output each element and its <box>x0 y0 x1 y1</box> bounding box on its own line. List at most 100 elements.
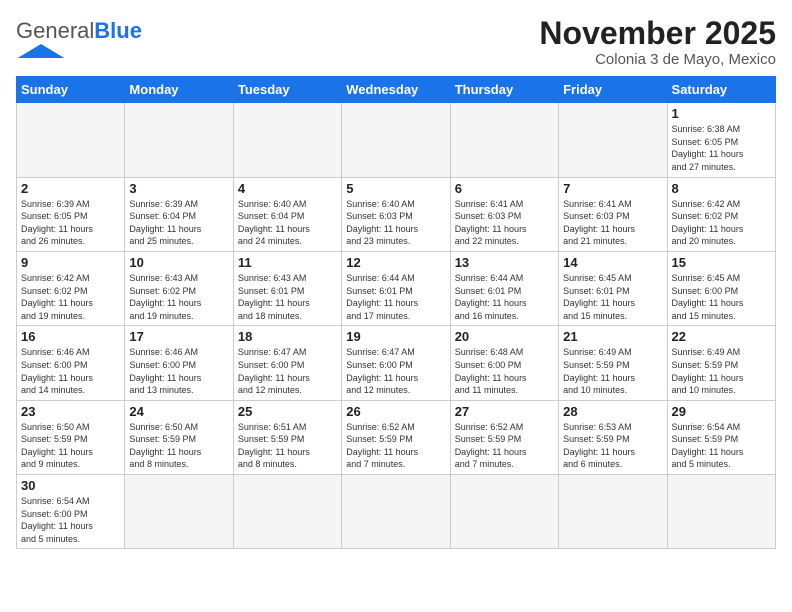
day-number: 16 <box>21 329 120 344</box>
logo-text: GeneralBlue <box>16 20 142 42</box>
day-info: Sunrise: 6:40 AM Sunset: 6:03 PM Dayligh… <box>346 198 445 248</box>
calendar-cell-w2-d3: 4Sunrise: 6:40 AM Sunset: 6:04 PM Daylig… <box>233 177 341 251</box>
day-info: Sunrise: 6:46 AM Sunset: 6:00 PM Dayligh… <box>129 346 228 396</box>
day-number: 24 <box>129 404 228 419</box>
day-info: Sunrise: 6:52 AM Sunset: 5:59 PM Dayligh… <box>346 421 445 471</box>
day-info: Sunrise: 6:44 AM Sunset: 6:01 PM Dayligh… <box>455 272 554 322</box>
day-number: 30 <box>21 478 120 493</box>
day-info: Sunrise: 6:41 AM Sunset: 6:03 PM Dayligh… <box>455 198 554 248</box>
day-info: Sunrise: 6:51 AM Sunset: 5:59 PM Dayligh… <box>238 421 337 471</box>
calendar-cell-w6-d6 <box>559 475 667 549</box>
day-number: 11 <box>238 255 337 270</box>
day-info: Sunrise: 6:40 AM Sunset: 6:04 PM Dayligh… <box>238 198 337 248</box>
day-info: Sunrise: 6:43 AM Sunset: 6:01 PM Dayligh… <box>238 272 337 322</box>
day-number: 21 <box>563 329 662 344</box>
day-info: Sunrise: 6:44 AM Sunset: 6:01 PM Dayligh… <box>346 272 445 322</box>
day-number: 8 <box>672 181 771 196</box>
calendar-cell-w5-d5: 27Sunrise: 6:52 AM Sunset: 5:59 PM Dayli… <box>450 400 558 474</box>
calendar-cell-w4-d1: 16Sunrise: 6:46 AM Sunset: 6:00 PM Dayli… <box>17 326 125 400</box>
calendar-cell-w3-d2: 10 Sunrise: 6:43 AM Sunset: 6:02 PM Dayli… <box>125 251 233 325</box>
weekday-header-sunday: Sunday <box>17 77 125 103</box>
day-number: 23 <box>21 404 120 419</box>
calendar-cell-w1-d4 <box>342 103 450 177</box>
calendar-cell-w1-d1 <box>17 103 125 177</box>
day-info: Sunrise: 6:50 AM Sunset: 5:59 PM Dayligh… <box>129 421 228 471</box>
header: GeneralBlue November 2025 Colonia 3 de M… <box>16 16 776 68</box>
day-info: Sunrise: 6:47 AM Sunset: 6:00 PM Dayligh… <box>346 346 445 396</box>
day-number: 28 <box>563 404 662 419</box>
calendar-cell-w4-d4: 19Sunrise: 6:47 AM Sunset: 6:00 PM Dayli… <box>342 326 450 400</box>
weekday-header-monday: Monday <box>125 77 233 103</box>
day-number: 15 <box>672 255 771 270</box>
calendar-cell-w1-d7: 1 Sunrise: 6:38 AM Sunset: 6:05 PM Daylig… <box>667 103 775 177</box>
day-number: 14 <box>563 255 662 270</box>
day-number: 27 <box>455 404 554 419</box>
calendar-cell-w5-d1: 23 Sunrise: 6:50 AM Sunset: 5:59 PM Dayli… <box>17 400 125 474</box>
day-number: 13 <box>455 255 554 270</box>
calendar-cell-w3-d1: 9 Sunrise: 6:42 AM Sunset: 6:02 PM Daylig… <box>17 251 125 325</box>
calendar-cell-w2-d6: 7 Sunrise: 6:41 AM Sunset: 6:03 PM Daylig… <box>559 177 667 251</box>
logo: GeneralBlue <box>16 16 142 58</box>
calendar-cell-w4-d6: 21 Sunrise: 6:49 AM Sunset: 5:59 PM Dayli… <box>559 326 667 400</box>
calendar-cell-w4-d2: 17 Sunrise: 6:46 AM Sunset: 6:00 PM Dayli… <box>125 326 233 400</box>
weekday-header-tuesday: Tuesday <box>233 77 341 103</box>
day-info: Sunrise: 6:48 AM Sunset: 6:00 PM Dayligh… <box>455 346 554 396</box>
day-info: Sunrise: 6:39 AM Sunset: 6:05 PM Dayligh… <box>21 198 120 248</box>
calendar-cell-w6-d1: 30 Sunrise: 6:54 AM Sunset: 6:00 PM Dayli… <box>17 475 125 549</box>
day-number: 17 <box>129 329 228 344</box>
weekday-header-saturday: Saturday <box>667 77 775 103</box>
calendar-cell-w6-d2 <box>125 475 233 549</box>
day-info: Sunrise: 6:43 AM Sunset: 6:02 PM Dayligh… <box>129 272 228 322</box>
week-row-5: 23 Sunrise: 6:50 AM Sunset: 5:59 PM Dayli… <box>17 400 776 474</box>
calendar-cell-w2-d2: 3Sunrise: 6:39 AM Sunset: 6:04 PM Daylig… <box>125 177 233 251</box>
week-row-1: 1 Sunrise: 6:38 AM Sunset: 6:05 PM Daylig… <box>17 103 776 177</box>
day-number: 29 <box>672 404 771 419</box>
calendar-cell-w1-d5 <box>450 103 558 177</box>
day-info: Sunrise: 6:45 AM Sunset: 6:01 PM Dayligh… <box>563 272 662 322</box>
day-info: Sunrise: 6:49 AM Sunset: 5:59 PM Dayligh… <box>563 346 662 396</box>
calendar-cell-w6-d3 <box>233 475 341 549</box>
day-number: 1 <box>672 106 771 121</box>
week-row-4: 16 Sunrise: 6:46 AM Sunset: 6:00 PM Dayli… <box>17 326 776 400</box>
weekday-header-friday: Friday <box>559 77 667 103</box>
calendar-cell-w6-d4 <box>342 475 450 549</box>
day-number: 7 <box>563 181 662 196</box>
day-number: 12 <box>346 255 445 270</box>
day-info: Sunrise: 6:47 AM Sunset: 6:00 PM Dayligh… <box>238 346 337 396</box>
day-info: Sunrise: 6:50 AM Sunset: 5:59 PM Dayligh… <box>21 421 120 471</box>
day-info: Sunrise: 6:49 AM Sunset: 5:59 PM Dayligh… <box>672 346 771 396</box>
month-title: November 2025 <box>539 16 776 51</box>
day-info: Sunrise: 6:54 AM Sunset: 6:00 PM Dayligh… <box>21 495 120 545</box>
week-row-2: 2 Sunrise: 6:39 AM Sunset: 6:05 PM Daylig… <box>17 177 776 251</box>
calendar-cell-w3-d6: 14 Sunrise: 6:45 AM Sunset: 6:01 PM Dayli… <box>559 251 667 325</box>
logo-blue: Blue <box>94 18 142 43</box>
subtitle: Colonia 3 de Mayo, Mexico <box>539 51 776 68</box>
day-info: Sunrise: 6:41 AM Sunset: 6:03 PM Dayligh… <box>563 198 662 248</box>
day-info: Sunrise: 6:39 AM Sunset: 6:04 PM Dayligh… <box>129 198 228 248</box>
calendar-cell-w1-d6 <box>559 103 667 177</box>
calendar-cell-w3-d3: 11 Sunrise: 6:43 AM Sunset: 6:01 PM Dayli… <box>233 251 341 325</box>
day-number: 26 <box>346 404 445 419</box>
calendar-cell-w2-d5: 6Sunrise: 6:41 AM Sunset: 6:03 PM Daylig… <box>450 177 558 251</box>
calendar-cell-w5-d4: 26 Sunrise: 6:52 AM Sunset: 5:59 PM Dayli… <box>342 400 450 474</box>
day-number: 10 <box>129 255 228 270</box>
calendar-cell-w4-d3: 18Sunrise: 6:47 AM Sunset: 6:00 PM Dayli… <box>233 326 341 400</box>
title-area: November 2025 Colonia 3 de Mayo, Mexico <box>539 16 776 68</box>
day-info: Sunrise: 6:42 AM Sunset: 6:02 PM Dayligh… <box>672 198 771 248</box>
day-info: Sunrise: 6:45 AM Sunset: 6:00 PM Dayligh… <box>672 272 771 322</box>
week-row-3: 9 Sunrise: 6:42 AM Sunset: 6:02 PM Daylig… <box>17 251 776 325</box>
weekday-header-row: SundayMondayTuesdayWednesdayThursdayFrid… <box>17 77 776 103</box>
day-number: 5 <box>346 181 445 196</box>
day-info: Sunrise: 6:54 AM Sunset: 5:59 PM Dayligh… <box>672 421 771 471</box>
calendar-cell-w5-d2: 24 Sunrise: 6:50 AM Sunset: 5:59 PM Dayli… <box>125 400 233 474</box>
day-info: Sunrise: 6:42 AM Sunset: 6:02 PM Dayligh… <box>21 272 120 322</box>
calendar-cell-w6-d5 <box>450 475 558 549</box>
calendar-cell-w4-d5: 20Sunrise: 6:48 AM Sunset: 6:00 PM Dayli… <box>450 326 558 400</box>
day-number: 9 <box>21 255 120 270</box>
week-row-6: 30 Sunrise: 6:54 AM Sunset: 6:00 PM Dayli… <box>17 475 776 549</box>
day-number: 2 <box>21 181 120 196</box>
calendar-cell-w1-d2 <box>125 103 233 177</box>
calendar-cell-w5-d7: 29 Sunrise: 6:54 AM Sunset: 5:59 PM Dayli… <box>667 400 775 474</box>
day-info: Sunrise: 6:38 AM Sunset: 6:05 PM Dayligh… <box>672 123 771 173</box>
day-info: Sunrise: 6:53 AM Sunset: 5:59 PM Dayligh… <box>563 421 662 471</box>
